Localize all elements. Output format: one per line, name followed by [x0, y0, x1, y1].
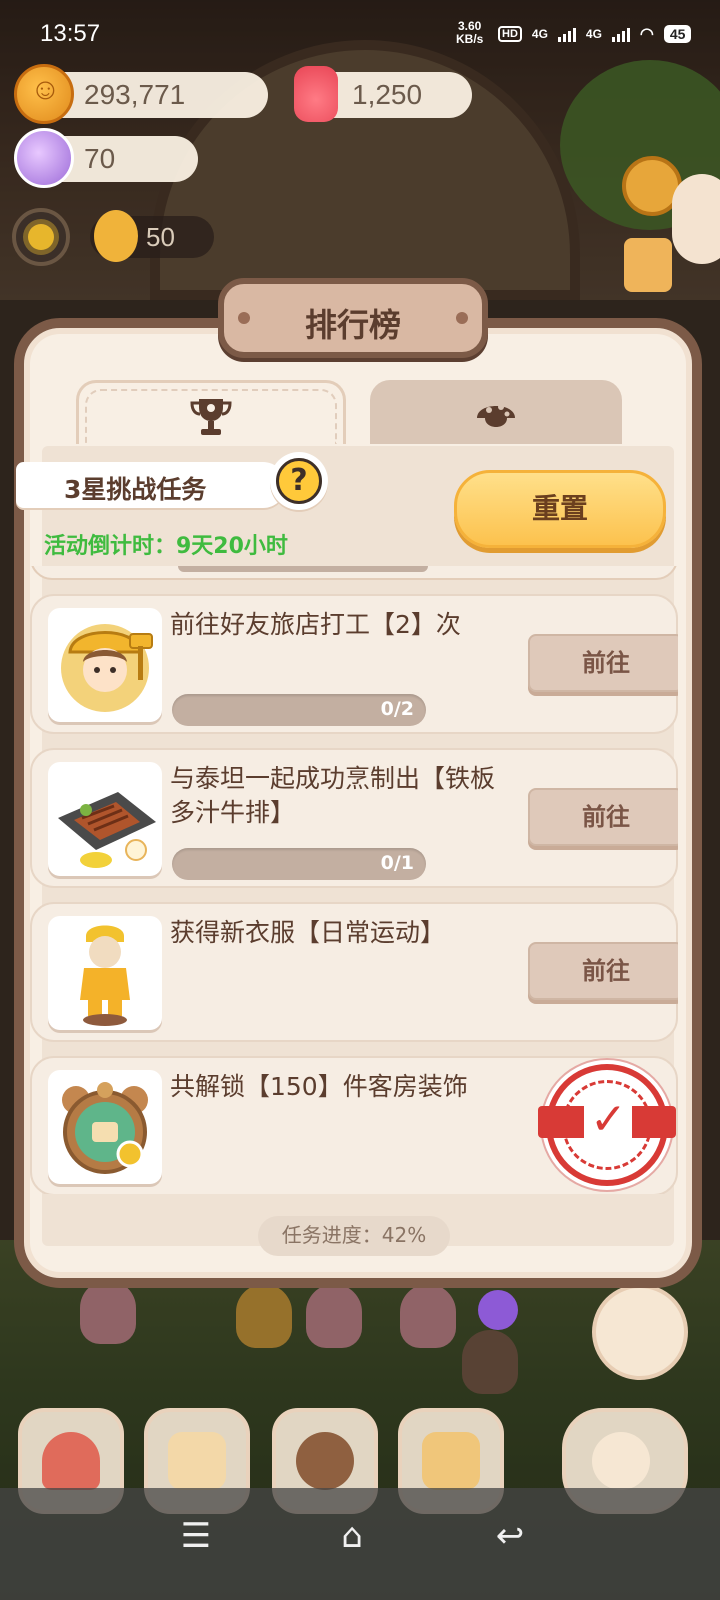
cat-with-fish-icon	[592, 1432, 650, 1490]
trophy-icon	[190, 399, 232, 435]
task-thumbnail-worker	[48, 608, 162, 722]
coin-counter[interactable]: 293,771	[14, 64, 268, 124]
challenge-label-box: 3星挑战任务	[16, 462, 286, 508]
tab-mushroom[interactable]	[370, 380, 622, 444]
tab-trophy[interactable]	[76, 380, 346, 444]
gem-counter[interactable]: 70	[14, 128, 198, 188]
notebook-icon	[168, 1432, 226, 1490]
room-decoration-icon	[62, 1082, 148, 1174]
shop-stall-icon	[422, 1432, 480, 1490]
task-title: 共解锁【150】件客房装饰	[170, 1072, 468, 1101]
coin-value: 293,771	[84, 79, 186, 110]
mushroom-icon	[477, 404, 515, 427]
task-thumbnail-outfit	[48, 916, 162, 1030]
announcement-character-button[interactable]	[592, 1284, 688, 1380]
task-list[interactable]: 前往好友旅店打工【2】次 0/2 前往 与泰坦一起成功烹制出【铁板多汁牛排】 0…	[30, 566, 678, 1194]
network-speed-unit: KB/s	[456, 32, 484, 46]
steak-plate-icon	[58, 792, 156, 868]
signal-icon	[611, 26, 630, 42]
task-title: 前往好友旅店打工【2】次	[170, 610, 461, 639]
status-time: 13:57	[40, 20, 101, 47]
event-countdown: 活动倒计时：9天20小时	[44, 534, 288, 559]
status-bar: 13:57 3.60 KB/s HD 4G 4G ◠ 45	[0, 0, 720, 70]
task-progress-text: 0/2	[380, 698, 414, 720]
hd-icon: HD	[498, 26, 522, 42]
task-progress-text: 0/1	[380, 852, 414, 874]
gem-icon	[14, 128, 74, 188]
level-value: 50	[146, 222, 175, 252]
task-thumbnail-decoration	[48, 1070, 162, 1184]
task-thumbnail-steak	[48, 762, 162, 876]
question-mark-icon: ?	[276, 458, 322, 504]
list-item: 获得新衣服【日常运动】 前往	[30, 902, 678, 1042]
reset-button[interactable]: 重置	[454, 470, 666, 548]
level-counter[interactable]: 50	[90, 210, 214, 262]
task-progress-bar: 0/1	[172, 848, 426, 880]
go-button[interactable]: 前往	[528, 788, 678, 846]
character-portrait-icon	[296, 1432, 354, 1490]
side-menu-button[interactable]	[672, 174, 720, 264]
go-button[interactable]: 前往	[528, 634, 678, 692]
sim2-label: 4G	[585, 27, 602, 41]
candle-counter[interactable]: 1,250	[294, 66, 472, 122]
sim1-label: 4G	[531, 27, 548, 41]
menu-nav-icon[interactable]: ☰	[166, 1516, 226, 1556]
signal-icon	[557, 26, 576, 42]
task-progress-summary: 任务进度：42%	[258, 1216, 450, 1256]
sport-outfit-icon	[80, 925, 130, 1026]
checkmark-icon	[584, 1090, 632, 1152]
help-button[interactable]: ?	[270, 452, 328, 510]
task-title: 获得新衣服【日常运动】	[170, 918, 446, 947]
list-item: 共解锁【150】件客房装饰	[30, 1056, 678, 1194]
wifi-icon: ◠	[639, 26, 654, 43]
back-nav-icon[interactable]: ↩	[480, 1516, 540, 1556]
network-speed: 3.60 KB/s	[456, 20, 483, 46]
sun-button[interactable]	[12, 208, 70, 266]
panel-title: 排行榜	[304, 306, 401, 344]
task-progress-bar: 0/2	[172, 694, 426, 726]
list-item: 与泰坦一起成功烹制出【铁板多汁牛排】 0/1 前往	[30, 748, 678, 888]
panel-title-plate: 排行榜	[218, 278, 488, 358]
list-item-partial	[30, 566, 678, 580]
battery-icon: 45	[663, 25, 692, 43]
candle-value: 1,250	[352, 79, 423, 110]
system-nav-bar: ☰ ⌂ ↩	[0, 1488, 720, 1600]
task-title: 与泰坦一起成功烹制出【铁板多汁牛排】	[170, 764, 496, 827]
status-icons: HD 4G 4G ◠ 45	[498, 24, 692, 44]
home-nav-icon[interactable]: ⌂	[322, 1516, 382, 1556]
mushroom-house-icon	[42, 1432, 100, 1490]
candle-icon	[294, 66, 338, 122]
stamp-card-icon[interactable]	[624, 238, 672, 292]
completed-stamp	[538, 1064, 676, 1186]
megaphone-icon[interactable]	[478, 1290, 518, 1330]
character-face-icon	[94, 210, 138, 262]
gem-value: 70	[84, 143, 116, 174]
challenge-label: 3星挑战任务	[64, 475, 207, 504]
worker-girl-icon	[61, 624, 153, 712]
go-button[interactable]: 前往	[528, 942, 678, 1000]
coin-icon	[14, 64, 74, 124]
list-item: 前往好友旅店打工【2】次 0/2 前往	[30, 594, 678, 734]
